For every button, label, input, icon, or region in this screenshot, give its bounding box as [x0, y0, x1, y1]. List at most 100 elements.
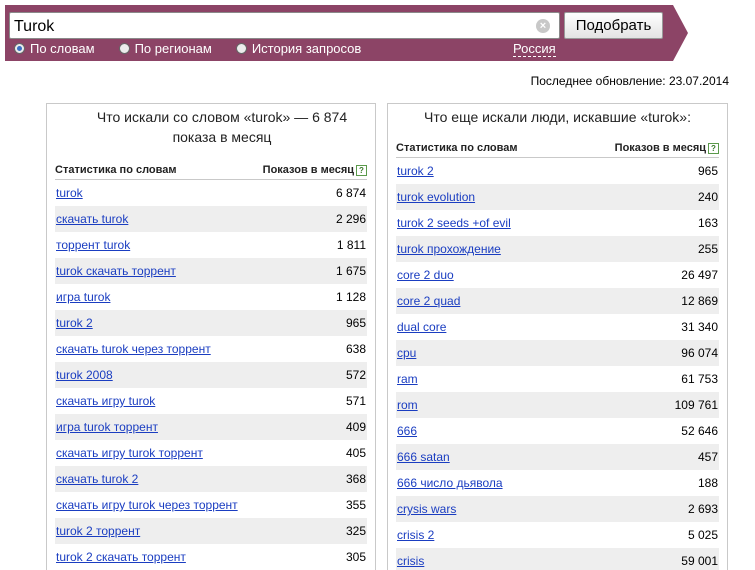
- keyword-link[interactable]: turok 2 скачать торрент: [56, 550, 186, 564]
- table-row: turok 6 874: [55, 180, 367, 206]
- table-row: turok evolution 240: [396, 184, 719, 210]
- impressions-count: 31 340: [681, 320, 718, 334]
- table-row: turok 2008 572: [55, 362, 367, 388]
- mode-label: История запросов: [251, 41, 362, 56]
- radio-button[interactable]: [235, 43, 247, 54]
- last-updated: Последнее обновление: 23.07.2014: [530, 74, 729, 88]
- mode-by-regions[interactable]: По регионам: [118, 41, 212, 56]
- help-icon[interactable]: ?: [708, 143, 719, 154]
- impressions-count: 1 811: [336, 238, 366, 252]
- table-row: crisis 2 5 025: [396, 522, 719, 548]
- keyword-link[interactable]: 666 satan: [397, 450, 450, 464]
- impressions-count: 368: [345, 472, 366, 486]
- keyword-link[interactable]: 666: [397, 424, 417, 438]
- impressions-count: 96 074: [681, 346, 718, 360]
- keyword-link[interactable]: скачать turok через торрент: [56, 342, 211, 356]
- keyword-link[interactable]: turok скачать торрент: [56, 264, 176, 278]
- keyword-link[interactable]: 666 число дьявола: [397, 476, 503, 490]
- search-mode-group: По словам По регионам История запросов: [14, 41, 385, 56]
- impressions-count: 2 693: [687, 502, 718, 516]
- search-button[interactable]: Подобрать: [564, 12, 663, 39]
- impressions-count: 965: [345, 316, 366, 330]
- keyword-link[interactable]: crisis 2: [397, 528, 434, 542]
- keyword-link[interactable]: игра turok: [56, 290, 110, 304]
- impressions-count: 305: [345, 550, 366, 564]
- impressions-count: 405: [345, 446, 366, 460]
- table-row: скачать игру turok торрент 405: [55, 440, 367, 466]
- impressions-count: 255: [697, 242, 718, 256]
- keyword-link[interactable]: core 2 quad: [397, 294, 460, 308]
- region-selector-link[interactable]: Россия: [513, 41, 556, 57]
- keyword-link[interactable]: turok evolution: [397, 190, 475, 204]
- keyword-link[interactable]: торрент turok: [56, 238, 130, 252]
- radio-button-checked[interactable]: [14, 43, 25, 54]
- column-header-query: Статистика по словам: [396, 142, 518, 154]
- table-row: turok 2 965: [55, 310, 367, 336]
- table-row: скачать turok 2 296: [55, 206, 367, 232]
- table-row: игра turok 1 128: [55, 284, 367, 310]
- impressions-count: 109 761: [674, 398, 718, 412]
- column-header-count-label: Показов в месяц: [262, 164, 354, 176]
- keyword-link[interactable]: скачать игру turok: [56, 394, 155, 408]
- table-row: скачать turok через торрент 638: [55, 336, 367, 362]
- table-row: turok 2 скачать торрент 305: [55, 544, 367, 570]
- table-row: turok 2 965: [396, 158, 719, 184]
- impressions-count: 409: [345, 420, 366, 434]
- panel-title: Что еще искали люди, искавшие «turok»:: [424, 109, 691, 125]
- help-icon[interactable]: ?: [356, 165, 367, 176]
- table-row: core 2 quad 12 869: [396, 288, 719, 314]
- impressions-count: 5 025: [687, 528, 718, 542]
- keyword-link[interactable]: turok 2 seeds +of evil: [397, 216, 511, 230]
- column-header-count: Показов в месяц?: [615, 142, 719, 154]
- table-row: turok скачать торрент 1 675: [55, 258, 367, 284]
- column-header-count: Показов в месяц?: [263, 164, 367, 176]
- column-header-count-label: Показов в месяц: [614, 142, 706, 154]
- keyword-link[interactable]: turok 2 торрент: [56, 524, 140, 538]
- keyword-link[interactable]: скачать turok: [56, 212, 128, 226]
- impressions-count: 59 001: [681, 554, 718, 568]
- impressions-count: 325: [345, 524, 366, 538]
- impressions-count: 52 646: [681, 424, 718, 438]
- table-row: rom 109 761: [396, 392, 719, 418]
- mode-label: По словам: [30, 41, 95, 56]
- table-row: cpu 96 074: [396, 340, 719, 366]
- keyword-link[interactable]: crisis: [397, 554, 424, 568]
- word-stats-panel: Что искали со словом «turok» — 6 874 пок…: [46, 103, 376, 570]
- mode-by-words[interactable]: По словам: [14, 41, 95, 56]
- keyword-link[interactable]: rom: [397, 398, 418, 412]
- impressions-count: 240: [697, 190, 718, 204]
- keyword-link[interactable]: crysis wars: [397, 502, 456, 516]
- keyword-link[interactable]: cpu: [397, 346, 416, 360]
- keyword-link[interactable]: turok: [56, 186, 83, 200]
- table-header: Статистика по словам Показов в месяц?: [55, 161, 367, 180]
- keyword-link[interactable]: скачать turok 2: [56, 472, 138, 486]
- table-row: turok прохождение 255: [396, 236, 719, 262]
- impressions-count: 1 675: [335, 264, 366, 278]
- table-row: core 2 duo 26 497: [396, 262, 719, 288]
- column-header-query: Статистика по словам: [55, 164, 177, 176]
- keyword-link[interactable]: игра turok торрент: [56, 420, 158, 434]
- table-row: скачать игру turok через торрент 355: [55, 492, 367, 518]
- table-row: turok 2 seeds +of evil 163: [396, 210, 719, 236]
- radio-button[interactable]: [118, 43, 130, 54]
- keyword-link[interactable]: turok 2: [397, 164, 434, 178]
- clear-icon[interactable]: ×: [536, 19, 550, 33]
- keyword-link[interactable]: core 2 duo: [397, 268, 454, 282]
- impressions-count: 965: [697, 164, 718, 178]
- related-searches-panel: Что еще искали люди, искавшие «turok»: С…: [387, 103, 728, 570]
- impressions-count: 355: [345, 498, 366, 512]
- keyword-link[interactable]: turok 2008: [56, 368, 113, 382]
- table-row: 666 satan 457: [396, 444, 719, 470]
- keyword-link[interactable]: turok прохождение: [397, 242, 501, 256]
- word-stats-table: Статистика по словам Показов в месяц? tu…: [55, 161, 367, 570]
- keyword-link[interactable]: dual core: [397, 320, 446, 334]
- table-row: crysis wars 2 693: [396, 496, 719, 522]
- impressions-count: 163: [697, 216, 718, 230]
- keyword-link[interactable]: turok 2: [56, 316, 93, 330]
- keyword-link[interactable]: скачать игру turok через торрент: [56, 498, 238, 512]
- keyword-link[interactable]: скачать игру turok торрент: [56, 446, 203, 460]
- mode-history[interactable]: История запросов: [235, 41, 362, 56]
- keyword-link[interactable]: ram: [397, 372, 418, 386]
- search-input[interactable]: [9, 12, 560, 39]
- impressions-count: 26 497: [681, 268, 718, 282]
